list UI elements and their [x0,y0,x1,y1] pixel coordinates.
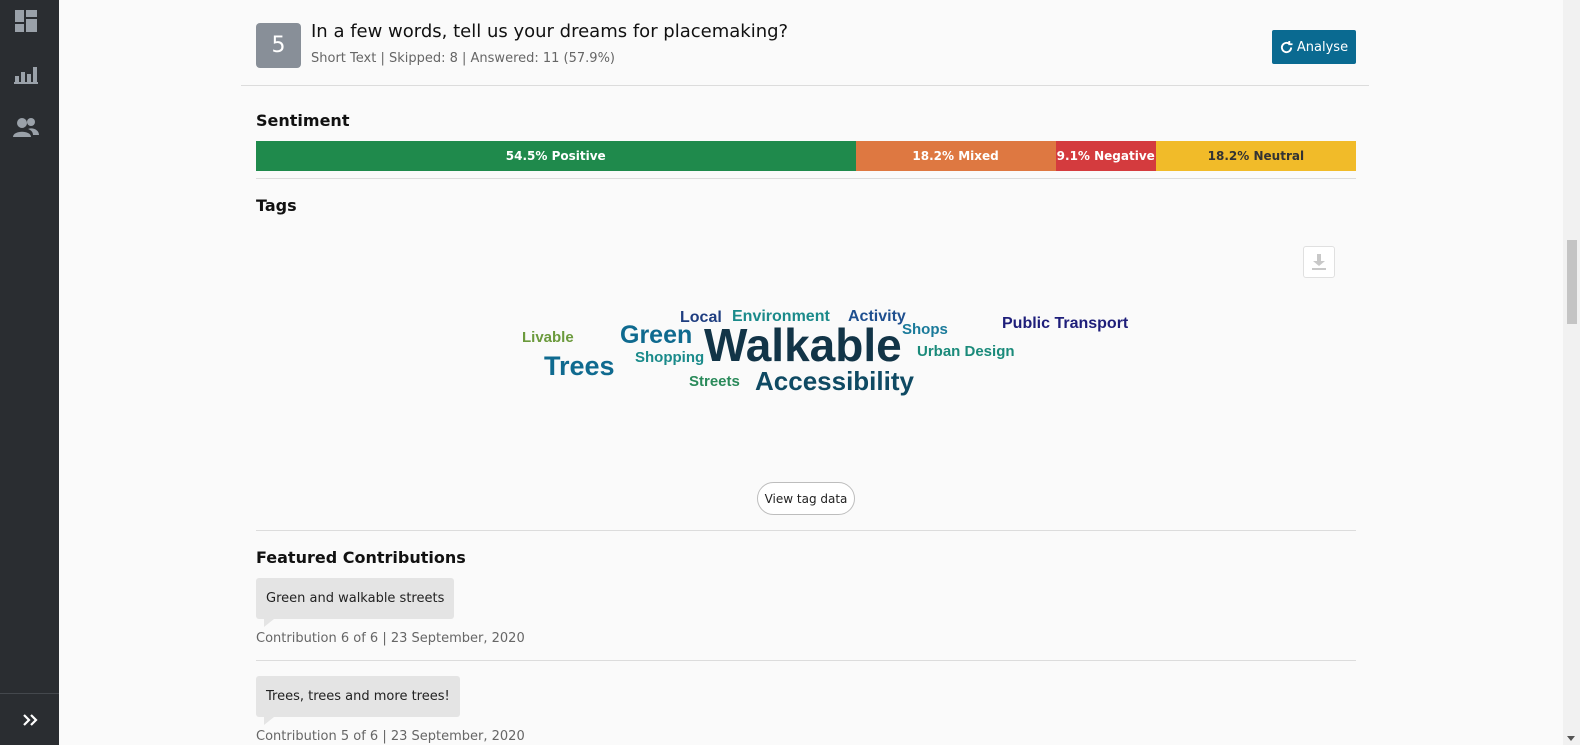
divider [256,530,1356,531]
users-icon[interactable] [13,114,39,140]
tag-word[interactable]: Green [620,323,692,348]
expand-sidebar-button[interactable] [0,693,59,745]
tag-word[interactable]: Shopping [635,350,704,365]
left-sidebar [0,0,59,745]
page-scrollbar[interactable] [1563,0,1580,745]
tag-word[interactable]: Urban Design [917,344,1015,359]
scroll-down-arrow-icon[interactable] [1567,736,1575,741]
analyse-button-label: Analyse [1296,39,1349,55]
tag-word[interactable]: Streets [689,374,740,389]
sentiment-positive-segment[interactable]: 54.5% Positive [256,141,856,171]
sentiment-neutral-segment[interactable]: 18.2% Neutral [1155,141,1356,171]
contribution-bubble: Green and walkable streets [256,578,455,627]
question-meta: Short Text | Skipped: 8 | Answered: 11 (… [311,51,616,66]
divider [256,660,1356,661]
contribution-meta: Contribution 6 of 6 | 23 September, 2020 [256,631,525,646]
contribution-meta: Contribution 5 of 6 | 23 September, 2020 [256,729,525,744]
featured-contributions-title: Featured Contributions [256,548,466,567]
analyse-button[interactable]: Analyse [1272,30,1356,64]
tag-word[interactable]: Trees [544,353,615,380]
question-number-badge: 5 [256,23,301,68]
tag-word[interactable]: Environment [732,309,830,325]
refresh-icon [1280,40,1293,53]
sentiment-mixed-segment[interactable]: 18.2% Mixed [855,141,1056,171]
download-icon [1312,254,1326,270]
main-content: 5 In a few words, tell us your dreams fo… [59,0,1563,745]
tag-word[interactable]: Accessibility [755,368,914,394]
bar-chart-icon[interactable] [13,61,39,87]
tags-title: Tags [256,196,297,215]
tag-word[interactable]: Shops [902,322,948,337]
view-tag-data-button[interactable]: View tag data [757,482,855,515]
scrollbar-thumb[interactable] [1567,240,1577,324]
question-title: In a few words, tell us your dreams for … [311,21,789,42]
question-header: 5 In a few words, tell us your dreams fo… [241,0,1369,86]
contribution-bubble: Trees, trees and more trees! [256,676,460,725]
download-button[interactable] [1303,246,1335,278]
tag-word[interactable]: Public Transport [1002,316,1128,332]
double-chevron-right-icon [22,713,38,726]
tag-word[interactable]: Local [680,310,722,326]
divider [256,178,1356,179]
dashboard-icon[interactable] [13,8,39,34]
sentiment-bar: 54.5% Positive 18.2% Mixed 9.1% Negative… [256,141,1356,171]
tag-word[interactable]: Livable [522,330,574,345]
sentiment-negative-segment[interactable]: 9.1% Negative [1055,141,1156,171]
sentiment-title: Sentiment [256,111,350,130]
tag-word[interactable]: Activity [848,309,906,325]
tag-word[interactable]: Walkable [704,322,902,368]
